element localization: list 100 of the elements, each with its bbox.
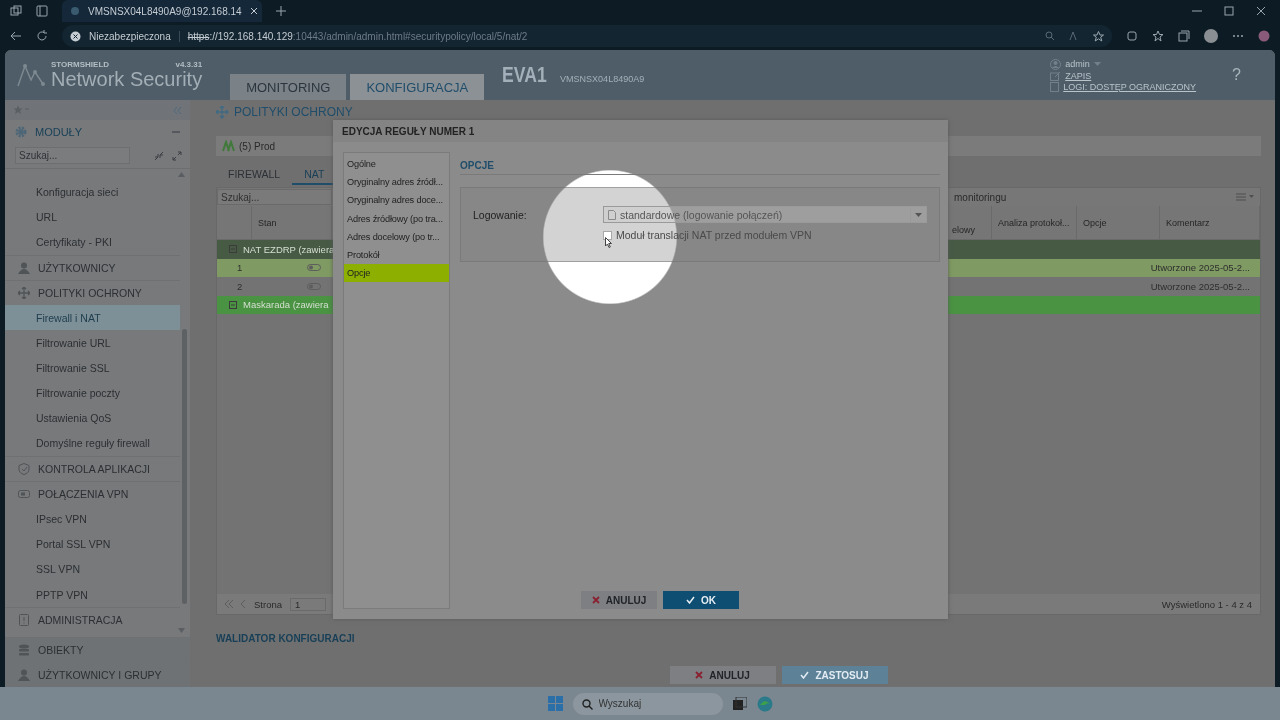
sidebar-item[interactable]: OBIEKTY <box>5 636 190 662</box>
save-link[interactable]: ZAPIS <box>1065 70 1092 81</box>
comment-text: Utworzone 2025-05-2... <box>1150 262 1251 274</box>
sidebar-item[interactable]: KONTROLA APLIKACJI <box>5 456 180 482</box>
new-tab-icon[interactable] <box>276 6 286 16</box>
caret-icon[interactable] <box>1093 61 1101 67</box>
sidebar-item[interactable]: ADMINISTRACJA <box>5 607 180 633</box>
collapse-all-icon[interactable] <box>154 150 164 161</box>
profile-avatar-icon[interactable] <box>1204 29 1218 43</box>
tab-actions-icon[interactable] <box>36 5 48 17</box>
column-header[interactable]: Opcje <box>1077 206 1160 239</box>
address-bar[interactable]: Niezabezpieczona https://192.168.140.129:10443/admin/admin.html#securitypolicy/local/5/nat/2 <box>62 25 1112 47</box>
row-number: 2 <box>236 280 244 292</box>
maximize-icon[interactable] <box>1224 6 1234 16</box>
caret-icon[interactable] <box>915 212 922 217</box>
scrollbar-thumb[interactable] <box>182 329 187 604</box>
apply-button[interactable]: OK <box>663 591 739 609</box>
menu-icon[interactable] <box>1236 193 1254 201</box>
sidebar-search-field[interactable]: Szukaj... <box>15 147 130 164</box>
previous-page-icon[interactable] <box>241 600 246 608</box>
validator-link[interactable]: WALIDATOR KONFIGURACJI <box>216 633 1261 644</box>
section-title: OPCJE <box>460 152 940 175</box>
close-icon[interactable] <box>1256 6 1266 16</box>
nav-item[interactable]: Oryginalny adres doce... <box>344 191 449 210</box>
vpn-icon <box>18 488 30 501</box>
scroll-down-icon[interactable] <box>178 627 185 633</box>
close-icon <box>695 671 704 679</box>
sidebar-item[interactable]: Konfiguracja sieci <box>5 179 180 205</box>
start-icon[interactable] <box>547 696 563 711</box>
sidebar-item[interactable]: Portal SSL VPN <box>5 531 180 557</box>
collapse-section-icon[interactable] <box>172 130 180 133</box>
workspaces-icon[interactable] <box>10 5 22 17</box>
apply-button[interactable]: ZASTOSUJ <box>781 666 888 684</box>
sidebar-item[interactable]: SSL VPN <box>5 556 180 582</box>
cancel-button[interactable]: ANULUJ <box>581 591 657 609</box>
sidebar-item[interactable]: POŁĄCZENIA VPN <box>5 481 180 507</box>
rules-search-field[interactable]: Szukaj... <box>217 189 332 205</box>
sidebar-item[interactable]: Certyfikaty - PKI <box>5 229 180 255</box>
nav-item[interactable]: Adres źródłowy (po tra... <box>344 209 449 228</box>
nav-item[interactable]: Opcje <box>344 264 449 283</box>
close-icon <box>591 596 600 604</box>
back-icon[interactable] <box>10 30 22 42</box>
header-tab[interactable]: KONFIGURACJA <box>350 74 485 100</box>
sidebar-item[interactable]: PPTP VPN <box>5 582 180 608</box>
sidebar-item[interactable]: URL <box>5 204 180 230</box>
policy-icon <box>222 140 235 152</box>
sidebar-item[interactable]: IPsec VPN <box>5 506 180 532</box>
nav-item[interactable]: Oryginalny adres źródł... <box>344 173 449 192</box>
modules-header[interactable]: MODUŁY <box>35 125 83 138</box>
first-page-icon[interactable] <box>225 600 233 608</box>
task-view-icon[interactable] <box>732 697 747 710</box>
user-name[interactable]: admin <box>1065 59 1090 69</box>
logs-access-link[interactable]: LOGI: DOSTĘP OGRANICZONY <box>1063 81 1197 92</box>
cancel-button[interactable]: ANULUJ <box>669 666 776 684</box>
logging-select[interactable]: standardowe (logowanie połączeń) <box>603 206 927 223</box>
nav-item[interactable]: Protokół <box>344 245 449 265</box>
header-tab[interactable]: MONITORING <box>230 74 347 100</box>
collections-icon[interactable] <box>1178 30 1190 42</box>
security-label: Niezabezpieczona <box>89 30 171 42</box>
checkbox[interactable] <box>603 230 612 240</box>
close-icon[interactable] <box>249 7 258 15</box>
browser-icon[interactable] <box>756 695 773 712</box>
sidebar-item[interactable]: Filtrowanie SSL <box>5 355 180 381</box>
scroll-up-icon[interactable] <box>178 172 185 177</box>
users-icon <box>18 261 30 274</box>
column-header[interactable]: Analiza protokoł... <box>992 206 1077 239</box>
users-icon <box>18 668 30 681</box>
column-header[interactable]: Komentarz <box>1160 206 1260 239</box>
browser-tab[interactable]: VMSNSX04L8490A9@192.168.14 <box>62 0 262 22</box>
star-icon[interactable] <box>1093 30 1104 42</box>
reload-icon[interactable] <box>36 30 48 42</box>
sidebar-item[interactable]: Firewall i NAT <box>5 304 180 331</box>
rules-tab[interactable]: FIREWALL <box>216 164 293 185</box>
arrows-icon <box>18 286 30 299</box>
favorites-icon[interactable] <box>1152 30 1164 42</box>
page-label: Strona <box>254 598 282 610</box>
sidebar-item[interactable]: Filtrowanie poczty <box>5 380 180 406</box>
admin-icon <box>18 614 30 627</box>
arrows-icon <box>216 105 229 119</box>
page-field[interactable]: 1 <box>290 597 326 611</box>
shield-icon <box>18 463 30 476</box>
logs-icon <box>1050 81 1060 92</box>
nav-item[interactable]: Adres docelowy (po tr... <box>344 227 449 246</box>
document-icon <box>608 209 616 220</box>
sidebar-item[interactable]: Ustawienia QoS <box>5 405 180 431</box>
collapse-group-icon[interactable] <box>229 245 237 254</box>
column-header[interactable]: Stan <box>252 206 332 239</box>
zoom-icon[interactable] <box>1045 31 1055 41</box>
sidebar-item[interactable]: Domyślne reguły firewall <box>5 430 180 457</box>
help-button[interactable]: ? <box>1226 65 1247 85</box>
collapse-group-icon[interactable] <box>229 300 237 309</box>
column-header[interactable]: elowy <box>950 206 992 239</box>
product-name: Network Security <box>51 69 203 89</box>
sidebar-item[interactable]: UŻYTKOWNICY <box>5 254 180 280</box>
dialog-title: EDYCJA REGUŁY NUMER 1 <box>333 120 948 142</box>
nav-item[interactable]: Ogólne <box>344 155 449 174</box>
taskbar-search-field[interactable]: Wyszukaj <box>572 692 723 715</box>
sidebar-item[interactable]: Filtrowanie URL <box>5 330 180 356</box>
sidebar-item[interactable]: POLITYKI OCHRONY <box>5 279 180 305</box>
expand-all-icon[interactable] <box>172 150 182 161</box>
